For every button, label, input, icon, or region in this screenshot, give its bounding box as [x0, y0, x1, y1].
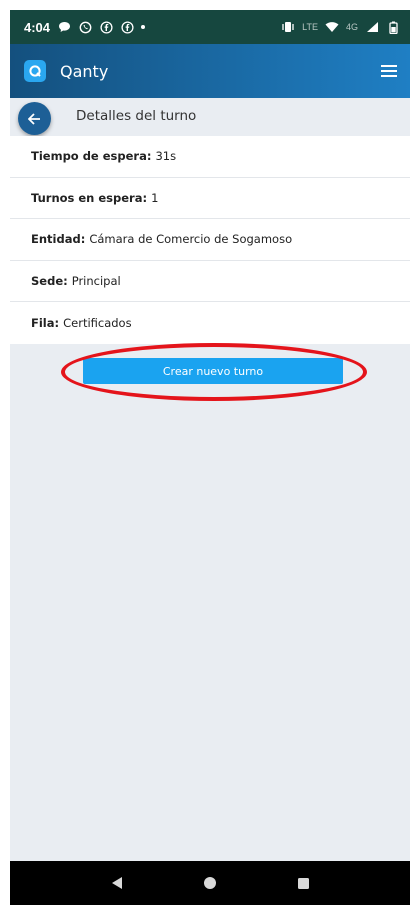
whatsapp-icon — [78, 20, 92, 34]
wifi-icon — [325, 20, 339, 34]
square-recents-icon[interactable] — [293, 873, 313, 893]
status-time: 4:04 — [24, 19, 51, 35]
detail-row-wait-time: Tiempo de espera: 31s — [10, 136, 410, 178]
turn-details-list: Tiempo de espera: 31s Turnos en espera: … — [10, 136, 410, 344]
detail-label: Tiempo de espera: — [31, 149, 152, 164]
back-button[interactable] — [18, 102, 51, 135]
navigation-bar — [10, 861, 410, 905]
status-left: 4:04 — [24, 19, 146, 35]
create-new-turn-button[interactable]: Crear nuevo turno — [83, 358, 343, 384]
detail-value: Certificados — [63, 315, 132, 330]
facebook-icon-2 — [120, 20, 134, 34]
detail-value: 31s — [155, 149, 177, 164]
status-bar: 4:04 LTE 4G — [10, 10, 410, 44]
battery-icon — [386, 20, 400, 34]
app-name: Qanty — [60, 61, 109, 81]
detail-value: 1 — [151, 190, 159, 205]
volte-label: LTE — [302, 22, 318, 32]
detail-value: Principal — [71, 273, 121, 288]
app-header: Qanty — [10, 44, 410, 98]
detail-value: Cámara de Comercio de Sogamoso — [89, 232, 293, 247]
hamburger-menu-icon[interactable] — [378, 60, 400, 82]
circle-home-icon[interactable] — [200, 873, 220, 893]
arrow-left-icon — [28, 112, 41, 125]
brand: Qanty — [24, 60, 108, 82]
detail-row-turns-waiting: Turnos en espera: 1 — [10, 178, 410, 219]
network-type-label: 4G — [345, 22, 358, 32]
detail-row-branch: Sede: Principal — [10, 261, 410, 302]
detail-row-entity: Entidad: Cámara de Comercio de Sogamoso — [10, 219, 410, 261]
facebook-icon — [99, 20, 113, 34]
vibrate-icon — [281, 20, 295, 34]
detail-label: Fila: — [31, 315, 60, 330]
chat-bubble-icon — [57, 20, 71, 34]
detail-label: Sede: — [31, 273, 68, 288]
status-right: LTE 4G — [281, 20, 400, 34]
signal-icon — [365, 20, 379, 34]
qanty-logo-icon — [24, 60, 46, 82]
detail-label: Turnos en espera: — [31, 190, 148, 205]
more-notifications-dot — [141, 25, 146, 29]
title-bar: Detalles del turno — [10, 98, 410, 136]
triangle-back-icon[interactable] — [107, 873, 127, 893]
phone-screen: 4:04 LTE 4G Qanty Detalles del turno Tie… — [10, 10, 410, 905]
page-title: Detalles del turno — [76, 108, 197, 124]
detail-label: Entidad: — [31, 232, 86, 247]
detail-row-queue: Fila: Certificados — [10, 302, 410, 344]
